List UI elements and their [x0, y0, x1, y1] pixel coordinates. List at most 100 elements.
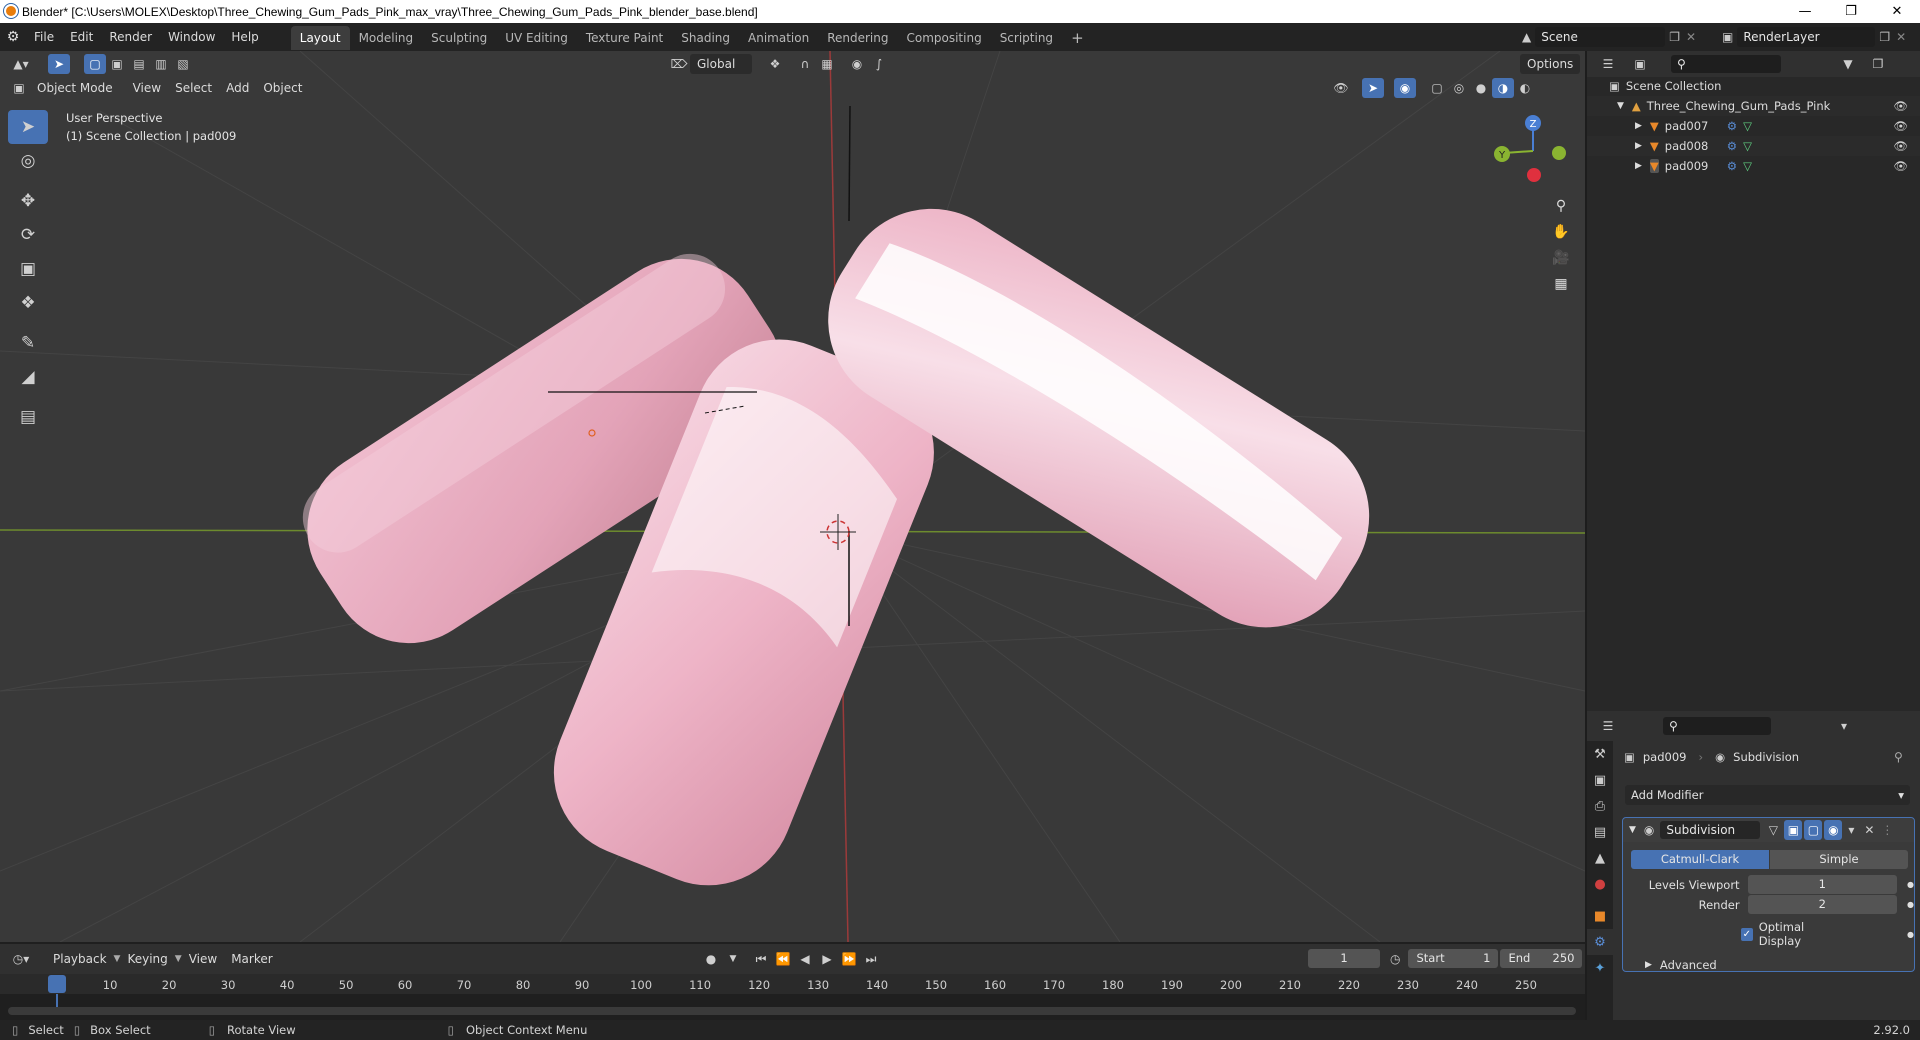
expand-arrow-icon[interactable]: ▶ [1635, 161, 1642, 171]
expand-arrow-icon[interactable]: ▶ [1645, 960, 1652, 970]
play-reverse-icon[interactable]: ◀ [794, 949, 816, 969]
restore-icon[interactable]: ❐ [1828, 0, 1874, 23]
particles-tab-icon[interactable]: ✦ [1587, 955, 1613, 981]
tab-shading[interactable]: Shading [672, 26, 739, 50]
expand-arrow-icon[interactable]: ▶ [1635, 141, 1642, 151]
select-box-tool-icon[interactable]: ➤ [8, 110, 48, 144]
properties-editor-type-icon[interactable]: ☰ [1597, 716, 1619, 736]
outliner-object-row[interactable]: ▶ ▼ pad009 ⚙ ▽ 👁 [1587, 156, 1920, 176]
tab-sculpting[interactable]: Sculpting [422, 26, 496, 50]
keyframe-dot-icon[interactable]: ● [1907, 900, 1914, 909]
timeline-editor-type-icon[interactable]: ◷▾ [10, 949, 32, 969]
minimize-icon[interactable]: — [1782, 0, 1828, 23]
tab-rendering[interactable]: Rendering [818, 26, 897, 50]
add-modifier-dropdown[interactable]: Add Modifier ▾ [1625, 785, 1910, 805]
outliner-editor-type-icon[interactable]: ☰ [1597, 54, 1619, 74]
optimal-display-checkbox[interactable]: ✓ [1741, 927, 1753, 941]
current-frame-field[interactable]: 1 [1308, 949, 1380, 968]
render-display-icon[interactable]: ◉ [1824, 820, 1843, 840]
blender-menu-icon[interactable]: ⚙ [0, 29, 26, 45]
new-collection-icon[interactable]: ❐ [1867, 54, 1889, 74]
jump-end-icon[interactable]: ⏭ [860, 949, 882, 969]
visibility-eye-icon[interactable]: 👁 [1893, 139, 1908, 153]
camera-view-icon[interactable]: 🎥 [1548, 245, 1574, 271]
display-mode-icon[interactable]: ▣ [1629, 54, 1651, 74]
proportional-falloff-icon[interactable]: ∫ [868, 54, 890, 74]
menu-playback[interactable]: Playback [46, 949, 114, 969]
remove-view-layer-icon[interactable]: ✕ [1896, 30, 1906, 44]
remove-modifier-icon[interactable]: ✕ [1860, 820, 1878, 840]
play-icon[interactable]: ▶ [816, 949, 838, 969]
timeline-scrollbar[interactable] [8, 1007, 1576, 1015]
menu-marker[interactable]: Marker [224, 949, 279, 969]
playhead-marker[interactable] [48, 975, 66, 993]
close-icon[interactable]: ✕ [1874, 0, 1920, 23]
shading-wireframe-icon[interactable]: ◎ [1448, 78, 1470, 98]
tab-animation[interactable]: Animation [739, 26, 818, 50]
mode-dropdown[interactable]: Object Mode [30, 78, 120, 98]
outliner-object-row[interactable]: ▶ ▼ pad007 ⚙ ▽ 👁 [1587, 116, 1920, 136]
cursor-tool-icon[interactable]: ◎ [8, 144, 48, 178]
add-workspace-icon[interactable]: + [1062, 26, 1093, 50]
ortho-grid-icon[interactable]: ▦ [1548, 271, 1574, 297]
object-tab-icon[interactable]: ■ [1587, 903, 1613, 929]
transform-orientation-icon[interactable]: ⌦ [668, 54, 690, 74]
collapse-arrow-icon[interactable]: ▼ [1629, 825, 1636, 835]
advanced-subpanel-label[interactable]: Advanced [1660, 958, 1717, 972]
select-subtract-mode-icon[interactable]: ▤ [128, 54, 150, 74]
menu-add[interactable]: Add [219, 78, 256, 98]
options-dropdown[interactable]: Options [1520, 54, 1581, 74]
tab-layout[interactable]: Layout [290, 26, 350, 50]
scene-tab-icon[interactable]: ▲ [1587, 845, 1613, 871]
render-levels-field[interactable]: 2 [1747, 895, 1898, 914]
outliner-search-input[interactable]: ⚲ [1671, 55, 1781, 73]
tab-scripting[interactable]: Scripting [991, 26, 1062, 50]
overlay-toggle-icon[interactable]: ◉ [1394, 78, 1416, 98]
menu-view[interactable]: View [126, 78, 168, 98]
rotate-tool-icon[interactable]: ⟳ [8, 218, 48, 252]
object-mode-icon[interactable]: ▣ [8, 78, 30, 98]
shading-solid-icon[interactable]: ● [1470, 78, 1492, 98]
menu-edit[interactable]: Edit [62, 23, 101, 51]
select-intersect-mode-icon[interactable]: ▧ [172, 54, 194, 74]
start-frame-field[interactable]: Start 1 [1408, 949, 1499, 968]
menu-file[interactable]: File [26, 23, 62, 51]
chevron-down-icon[interactable]: ▼ [722, 949, 744, 969]
menu-object[interactable]: Object [256, 78, 309, 98]
render-layer-icon[interactable]: ▣ [1722, 30, 1733, 44]
new-scene-icon[interactable]: ❐ [1669, 30, 1680, 44]
next-keyframe-icon[interactable]: ⏩ [838, 949, 860, 969]
output-tab-icon[interactable]: ⎙ [1587, 793, 1613, 819]
scene-icon[interactable]: ▲ [1522, 30, 1531, 44]
measure-tool-icon[interactable]: ◢ [8, 360, 48, 394]
tab-compositing[interactable]: Compositing [897, 26, 990, 50]
jump-start-icon[interactable]: ⏮ [750, 949, 772, 969]
keyframe-dot-icon[interactable]: ● [1907, 880, 1914, 889]
shading-material-icon[interactable]: ◑ [1492, 78, 1514, 98]
visibility-eye-icon[interactable]: 👁 [1893, 99, 1908, 113]
select-extend-mode-icon[interactable]: ▣ [106, 54, 128, 74]
select-box-mode-icon[interactable]: ▢ [84, 54, 106, 74]
transform-tool-icon[interactable]: ❖ [8, 286, 48, 320]
visibility-eye-icon[interactable]: 👁 [1893, 159, 1908, 173]
shading-rendered-icon[interactable]: ◐ [1514, 78, 1536, 98]
tab-modeling[interactable]: Modeling [350, 26, 423, 50]
tab-texture-paint[interactable]: Texture Paint [577, 26, 672, 50]
properties-search-input[interactable]: ⚲ [1663, 717, 1771, 735]
zoom-icon[interactable]: ⚲ [1548, 193, 1574, 219]
algorithm-simple-button[interactable]: Simple [1770, 850, 1908, 869]
modifier-menu-icon[interactable]: ▾ [1842, 820, 1860, 840]
remove-scene-icon[interactable]: ✕ [1686, 30, 1696, 44]
view-layer-tab-icon[interactable]: ▤ [1587, 819, 1613, 845]
tool-tab-icon[interactable]: ⚒ [1587, 741, 1613, 767]
proportional-edit-icon[interactable]: ◉ [846, 54, 868, 74]
pivot-point-icon[interactable]: ❖ [764, 54, 786, 74]
outliner-collection-row[interactable]: ▼ ▲ Three_Chewing_Gum_Pads_Pink 👁 [1587, 96, 1920, 116]
snap-magnet-icon[interactable]: ∩ [794, 54, 816, 74]
menu-help[interactable]: Help [223, 23, 266, 51]
menu-keying[interactable]: Keying [120, 949, 174, 969]
scale-tool-icon[interactable]: ▣ [8, 252, 48, 286]
3d-viewport[interactable]: User Perspective (1) Scene Collection | … [0, 51, 1585, 942]
expand-arrow-icon[interactable]: ▼ [1617, 101, 1624, 111]
modifier-tab-icon[interactable]: ⚙ [1587, 929, 1613, 955]
